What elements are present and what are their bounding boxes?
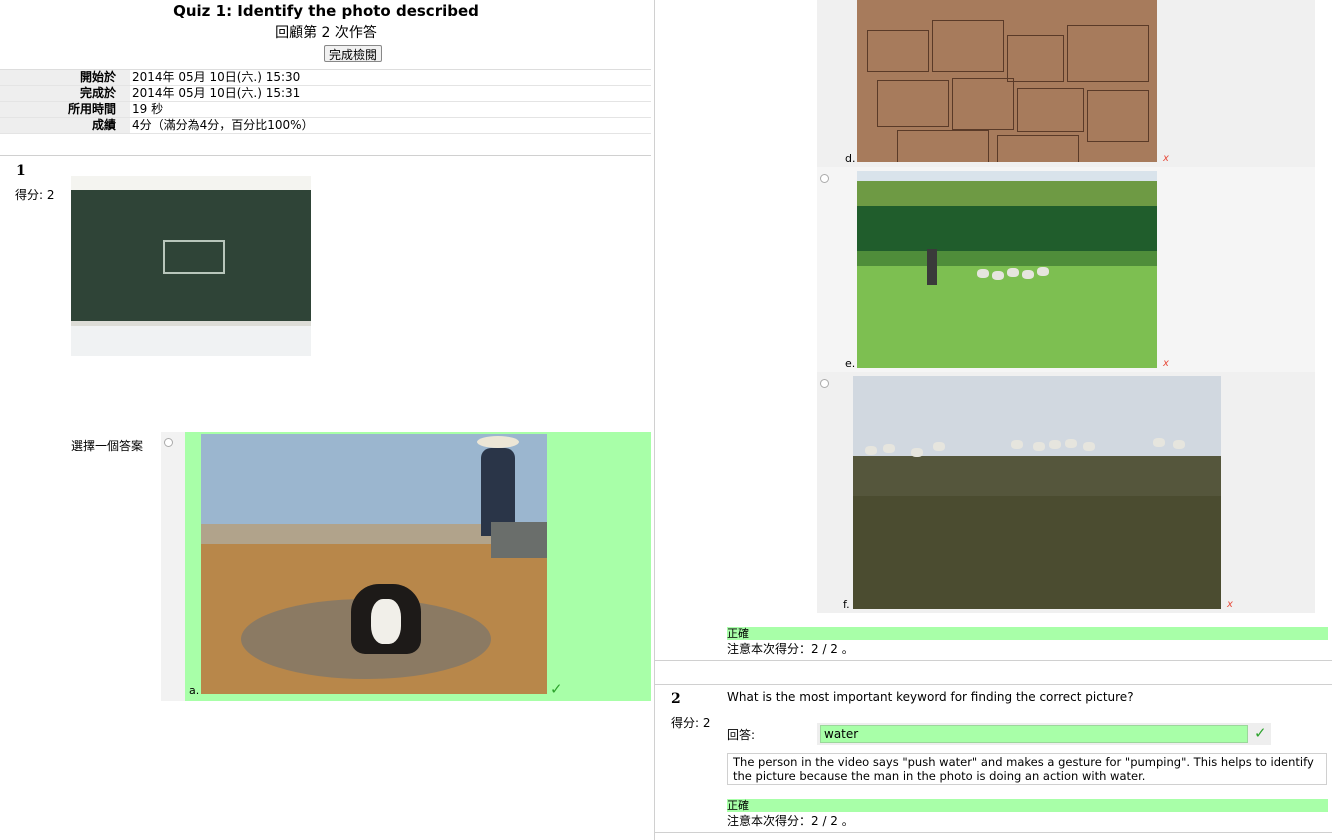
answer-photo-sheepdog-field — [857, 171, 1157, 368]
summary-label: 成績 — [0, 118, 130, 133]
question1-mark: 注意本次得分：2 / 2 。 — [727, 642, 854, 656]
question-divider — [655, 832, 1332, 833]
water-tank — [491, 522, 547, 558]
summary-value: 2014年 05月 10日(六.) 15:30 — [132, 70, 301, 84]
question2-feedback: 正確 — [727, 799, 1328, 812]
attempt-subtitle: 回顧第 2 次作答 — [275, 25, 377, 41]
question-grade: 得分: 2 — [15, 188, 55, 202]
answer-prompt: 選擇一個答案 — [71, 439, 144, 453]
question1-feedback: 正確 — [727, 627, 1328, 640]
check-icon: ✓ — [550, 680, 563, 698]
answer-letter: f. — [843, 598, 850, 611]
cross-icon: x — [1163, 153, 1169, 164]
cross-icon: x — [1227, 599, 1233, 610]
column-divider — [654, 0, 655, 840]
board-sketch — [163, 240, 225, 274]
radio-icon[interactable] — [820, 174, 829, 183]
question-divider — [655, 684, 1332, 685]
answer-photo-dog-water — [201, 434, 547, 694]
summary-label: 完成於 — [0, 86, 130, 101]
question-number: 1 — [16, 163, 26, 179]
answer-letter: a. — [189, 684, 200, 697]
attempt-summary-table: 開始於 2014年 05月 10日(六.) 15:30 完成於 2014年 05… — [0, 69, 651, 134]
summary-row-grade: 成績 4分（滿分為4分，百分比100%） — [0, 118, 651, 134]
general-feedback: The person in the video says "push water… — [727, 753, 1327, 785]
summary-value: 2014年 05月 10日(六.) 15:31 — [132, 86, 301, 100]
answer-input[interactable] — [820, 725, 1248, 743]
summary-label: 所用時間 — [0, 102, 130, 117]
summary-row-completed: 完成於 2014年 05月 10日(六.) 15:31 — [0, 86, 651, 102]
question-number: 2 — [671, 691, 681, 707]
question2-mark: 注意本次得分：2 / 2 。 — [727, 814, 854, 828]
summary-label: 開始於 — [0, 70, 130, 85]
answer-photo-sheep-hill — [853, 376, 1221, 609]
answer-photo-cracked-soil — [857, 0, 1157, 162]
summary-row-started: 開始於 2014年 05月 10日(六.) 15:30 — [0, 70, 651, 86]
finish-review-button[interactable]: 完成檢閱 — [324, 45, 382, 62]
cross-icon: x — [1163, 358, 1169, 369]
summary-value: 4分（滿分為4分，百分比100%） — [132, 118, 314, 132]
question-divider — [655, 660, 1332, 661]
question2-text: What is the most important keyword for f… — [727, 690, 1134, 704]
summary-value: 19 秒 — [132, 102, 164, 116]
question-photo-blackboard — [71, 176, 311, 356]
radio-icon[interactable] — [164, 438, 173, 447]
answer-label: 回答: — [727, 728, 756, 742]
answer-field-container: ✓ — [817, 723, 1271, 745]
answer-letter: d. — [845, 152, 856, 165]
page-title: Quiz 1: Identify the photo described — [173, 2, 479, 20]
dog-face — [371, 599, 401, 644]
hat — [477, 436, 519, 448]
answer-letter: e. — [845, 357, 856, 370]
section-divider — [0, 155, 651, 156]
check-icon: ✓ — [1254, 724, 1267, 742]
radio-icon[interactable] — [820, 379, 829, 388]
question-grade: 得分: 2 — [671, 716, 711, 730]
summary-row-time: 所用時間 19 秒 — [0, 102, 651, 118]
